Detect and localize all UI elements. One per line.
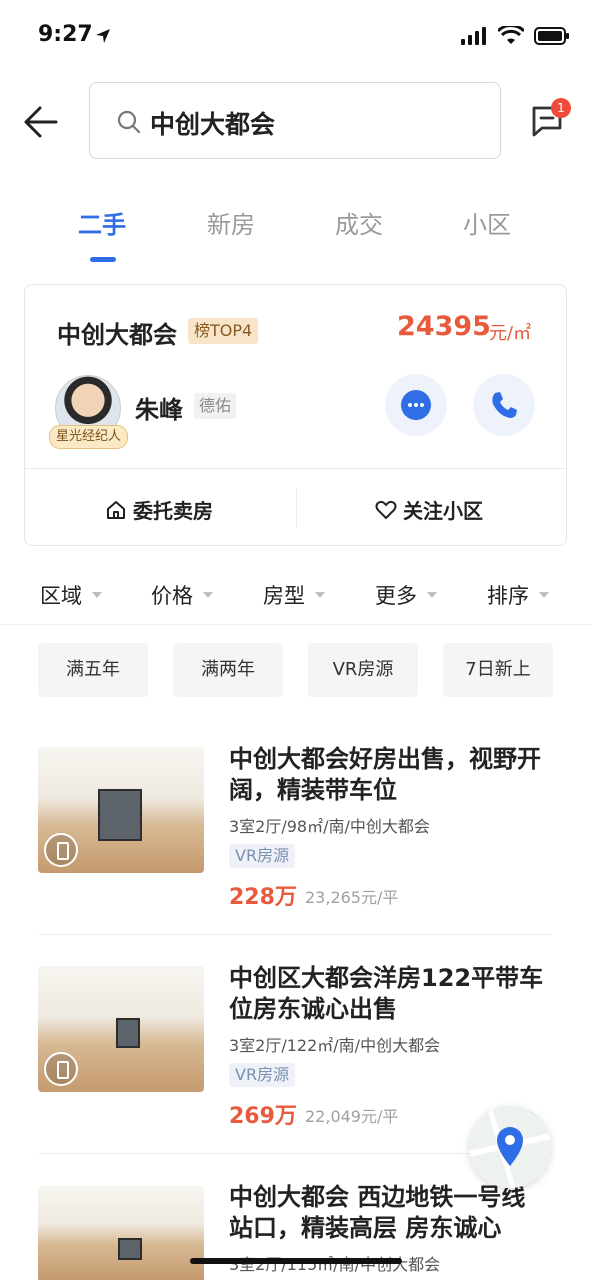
call-button[interactable] [473,374,535,436]
tab-new-house[interactable]: 新房 [207,205,255,240]
status-time: 9:27 [38,22,93,47]
filter-sort-label: 排序 [487,584,529,608]
listing-unit-price: 22,049元/平 [305,1107,399,1126]
map-button[interactable] [469,1106,551,1188]
tab-community[interactable]: 小区 [463,205,511,240]
follow-community-label: 关注小区 [403,499,483,523]
listing-price: 228万 [229,885,297,910]
filter-more-label: 更多 [375,584,417,608]
signal-icon [461,27,486,45]
listing-title[interactable]: 中创大都会好房出售，视野开阔，精装带车位 [229,744,549,806]
listing-photo[interactable] [38,966,204,1092]
filter-more[interactable]: 更多 [375,580,437,610]
location-arrow-icon [96,29,110,43]
notification-badge: 1 [551,98,571,118]
caret-down-icon [92,592,102,598]
agent-company: 德佑 [194,393,237,419]
vr-tag: VR房源 [229,1063,296,1087]
listing-unit-price: 23,265元/平 [305,888,399,907]
back-arrow-icon[interactable] [22,104,58,140]
listing-details: 3室2厅/98㎡/南/中创大都会 [229,817,430,836]
community-name: 中创大都会 [57,321,177,349]
phone-icon [492,392,517,418]
community-card[interactable]: 中创大都会 榜TOP4 24395 元/㎡ 星光经纪人 朱峰 德佑 委托卖房 关… [24,284,567,546]
entrust-sell-label: 委托卖房 [133,499,213,523]
wifi-icon [498,26,524,44]
battery-icon [534,27,569,45]
chat-bubble-icon [401,390,431,420]
listing-title[interactable]: 中创区大都会洋房122平带车位房东诚心出售 [229,963,549,1025]
vr-tag: VR房源 [229,844,296,868]
vr-icon [44,1052,78,1086]
listing-title[interactable]: 中创大都会 西边地铁一号线站口，精装高层 房东诚心 [229,1182,549,1244]
tab-second-hand[interactable]: 二手 [78,205,126,240]
listing-photo[interactable] [38,747,204,873]
caret-down-icon [203,592,213,598]
caret-down-icon [539,592,549,598]
home-icon [107,500,125,519]
card-vertical-divider [296,488,297,528]
vr-icon [44,833,78,867]
chip-vr[interactable]: VR房源 [308,643,418,697]
entrust-sell-button[interactable]: 委托卖房 [105,495,213,524]
agent-star-tag: 星光经纪人 [49,425,129,449]
chip-new-7days[interactable]: 7日新上 [443,643,553,697]
listing-photo[interactable] [38,1186,204,1280]
agent-name: 朱峰 [135,396,183,424]
caret-down-icon [315,592,325,598]
chat-button[interactable] [385,374,447,436]
search-query: 中创大都会 [150,110,276,139]
filter-layout-label: 房型 [263,584,305,608]
filter-area-label: 区域 [40,584,82,608]
filter-area[interactable]: 区域 [40,580,102,610]
filter-sort[interactable]: 排序 [487,580,549,610]
community-price: 24395 [397,311,491,342]
follow-community-button[interactable]: 关注小区 [375,495,483,524]
search-icon [117,110,141,134]
community-price-unit: 元/㎡ [489,323,532,344]
tab-active-indicator [90,257,116,262]
list-divider [38,934,552,935]
heart-icon [375,500,397,519]
filter-divider [0,624,592,625]
chip-five-years[interactable]: 满五年 [38,643,148,697]
status-icons [460,26,570,46]
chip-two-years[interactable]: 满两年 [173,643,283,697]
listing-price: 269万 [229,1104,297,1129]
search-input[interactable]: 中创大都会 [89,82,501,159]
card-divider [25,468,565,469]
caret-down-icon [427,592,437,598]
tab-deals[interactable]: 成交 [335,205,383,240]
map-pin-icon [469,1106,551,1188]
home-indicator [190,1258,402,1264]
filter-price-label: 价格 [151,584,193,608]
rank-badge: 榜TOP4 [188,318,259,344]
listing-details: 3室2厅/122㎡/南/中创大都会 [229,1036,441,1055]
filter-layout[interactable]: 房型 [263,580,325,610]
filter-price[interactable]: 价格 [151,580,213,610]
